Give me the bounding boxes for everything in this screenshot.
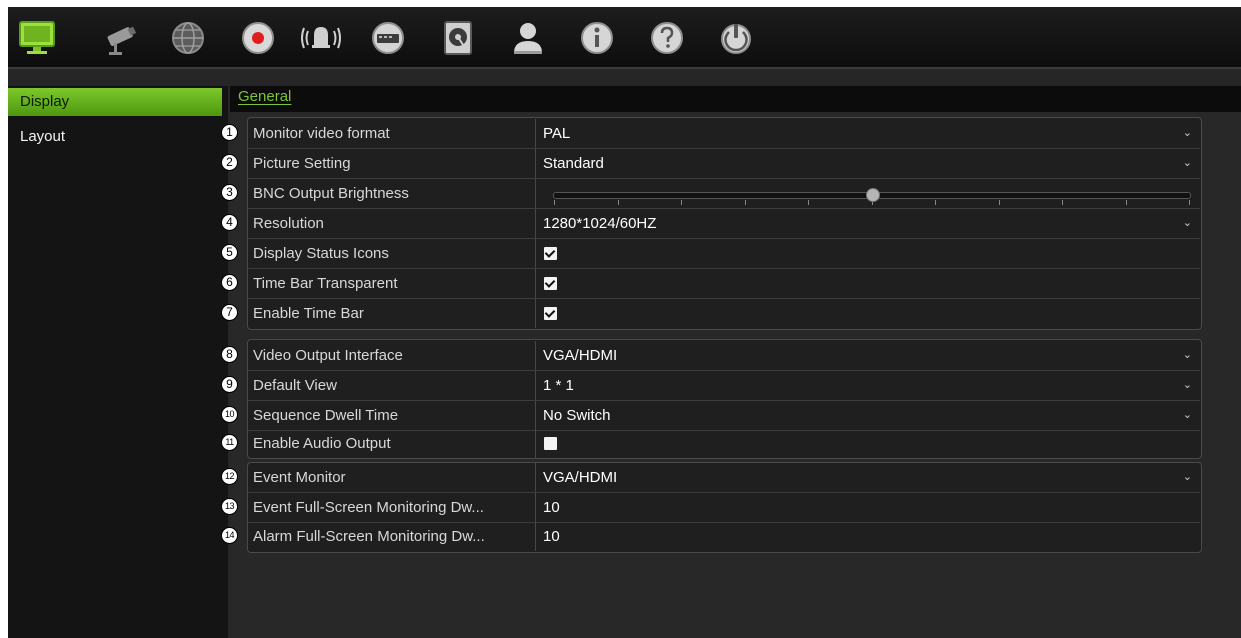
info-icon[interactable] <box>574 15 620 61</box>
help-icon[interactable] <box>644 15 690 61</box>
event-monitor-row: 12 Event Monitor VGA/HDMI ⌄ <box>221 463 1200 493</box>
video-output-interface-row: 8 Video Output Interface VGA/HDMI ⌄ <box>221 341 1200 371</box>
callout-badge: 14 <box>221 527 238 544</box>
chevron-down-icon: ⌄ <box>1182 471 1192 483</box>
setting-label: BNC Output Brightness <box>248 179 536 208</box>
setting-label: Picture Setting <box>248 149 536 178</box>
checkbox-cell <box>537 429 1200 458</box>
setting-label: Monitor video format <box>248 119 536 148</box>
bnc-output-brightness-row: 3 BNC Output Brightness <box>221 179 1200 209</box>
network-icon[interactable] <box>165 15 211 61</box>
select-value: 1 * 1 <box>543 377 574 394</box>
top-toolbar <box>8 7 1241 69</box>
enable-time-bar-checkbox[interactable] <box>544 307 557 320</box>
checkbox-cell <box>537 269 1200 298</box>
callout-badge: 4 <box>221 214 238 231</box>
chevron-down-icon: ⌄ <box>1182 157 1192 169</box>
callout-badge: 3 <box>221 184 238 201</box>
tab-bar: General <box>230 86 1241 112</box>
select-value: 1280*1024/60HZ <box>543 215 657 232</box>
callout-badge: 2 <box>221 154 238 171</box>
setting-label: Event Monitor <box>248 463 536 492</box>
event-monitor-select[interactable]: VGA/HDMI ⌄ <box>537 463 1200 492</box>
chevron-down-icon: ⌄ <box>1182 127 1192 139</box>
callout-badge: 1 <box>221 124 238 141</box>
setting-label: Time Bar Transparent <box>248 269 536 298</box>
sequence-dwell-time-row: 10 Sequence Dwell Time No Switch ⌄ <box>221 401 1200 431</box>
storage-icon[interactable] <box>435 15 481 61</box>
select-value: Standard <box>543 155 604 172</box>
callout-badge: 13 <box>221 498 238 515</box>
camera-icon[interactable] <box>100 15 146 61</box>
callout-badge: 7 <box>221 304 238 321</box>
setting-label: Video Output Interface <box>248 341 536 370</box>
chevron-down-icon: ⌄ <box>1182 409 1192 421</box>
video-output-interface-select[interactable]: VGA/HDMI ⌄ <box>537 341 1200 370</box>
display-status-icons-checkbox[interactable] <box>544 247 557 260</box>
alarm-full-screen-dwell-input[interactable]: 10 <box>537 522 1200 551</box>
time-bar-transparent-checkbox[interactable] <box>544 277 557 290</box>
sidebar: Display Layout <box>8 86 228 638</box>
monitor-video-format-select[interactable]: PAL ⌄ <box>537 119 1200 148</box>
select-value: No Switch <box>543 407 611 424</box>
setting-label: Default View <box>248 371 536 400</box>
callout-badge: 11 <box>221 434 238 451</box>
time-bar-transparent-row: 6 Time Bar Transparent <box>221 269 1200 299</box>
callout-badge: 12 <box>221 468 238 485</box>
enable-audio-output-row: 11 Enable Audio Output <box>221 429 1200 458</box>
setting-label: Sequence Dwell Time <box>248 401 536 430</box>
enable-time-bar-row: 7 Enable Time Bar <box>221 299 1200 328</box>
display-status-icons-row: 5 Display Status Icons <box>221 239 1200 269</box>
user-icon[interactable] <box>505 15 551 61</box>
select-value: VGA/HDMI <box>543 469 618 486</box>
sidebar-item-display[interactable]: Display <box>8 88 222 116</box>
main-panel: General 1 Monitor video format PAL ⌄ 2 Pi… <box>221 86 1241 638</box>
setting-label: Resolution <box>248 209 536 238</box>
monitor-video-format-row: 1 Monitor video format PAL ⌄ <box>221 119 1200 149</box>
chevron-down-icon: ⌄ <box>1182 217 1192 229</box>
sequence-dwell-time-select[interactable]: No Switch ⌄ <box>537 401 1200 430</box>
brightness-slider[interactable] <box>553 188 1191 205</box>
setting-label: Enable Audio Output <box>248 429 536 458</box>
chevron-down-icon: ⌄ <box>1182 379 1192 391</box>
setting-label: Alarm Full-Screen Monitoring Dw... <box>248 522 536 551</box>
select-value: VGA/HDMI <box>543 347 618 364</box>
picture-setting-row: 2 Picture Setting Standard ⌄ <box>221 149 1200 179</box>
default-view-select[interactable]: 1 * 1 ⌄ <box>537 371 1200 400</box>
resolution-select[interactable]: 1280*1024/60HZ ⌄ <box>537 209 1200 238</box>
resolution-row: 4 Resolution 1280*1024/60HZ ⌄ <box>221 209 1200 239</box>
alarm-icon[interactable] <box>298 15 344 61</box>
power-icon[interactable] <box>713 15 759 61</box>
tab-general[interactable]: General <box>238 88 291 105</box>
picture-setting-select[interactable]: Standard ⌄ <box>537 149 1200 178</box>
monitor-icon[interactable] <box>14 15 60 61</box>
enable-audio-output-checkbox[interactable] <box>544 437 557 450</box>
callout-badge: 9 <box>221 376 238 393</box>
callout-badge: 5 <box>221 244 238 261</box>
sidebar-item-layout[interactable]: Layout <box>8 123 222 151</box>
checkbox-cell <box>537 239 1200 268</box>
chevron-down-icon: ⌄ <box>1182 349 1192 361</box>
record-icon[interactable] <box>235 15 281 61</box>
alarm-full-screen-dwell-row: 14 Alarm Full-Screen Monitoring Dw... 10 <box>221 522 1200 551</box>
callout-badge: 10 <box>221 406 238 423</box>
event-full-screen-dwell-input[interactable]: 10 <box>537 493 1200 522</box>
select-value: PAL <box>543 125 571 142</box>
callout-badge: 6 <box>221 274 238 291</box>
event-full-screen-dwell-row: 13 Event Full-Screen Monitoring Dw... 10 <box>221 493 1200 523</box>
app-window: Display Layout General 1 Monitor video f… <box>8 7 1241 638</box>
device-icon[interactable] <box>365 15 411 61</box>
setting-label: Enable Time Bar <box>248 299 536 328</box>
checkbox-cell <box>537 299 1200 328</box>
brightness-slider-container <box>537 179 1200 208</box>
setting-label: Event Full-Screen Monitoring Dw... <box>248 493 536 522</box>
slider-handle[interactable] <box>866 188 880 202</box>
callout-badge: 8 <box>221 346 238 363</box>
default-view-row: 9 Default View 1 * 1 ⌄ <box>221 371 1200 401</box>
setting-label: Display Status Icons <box>248 239 536 268</box>
